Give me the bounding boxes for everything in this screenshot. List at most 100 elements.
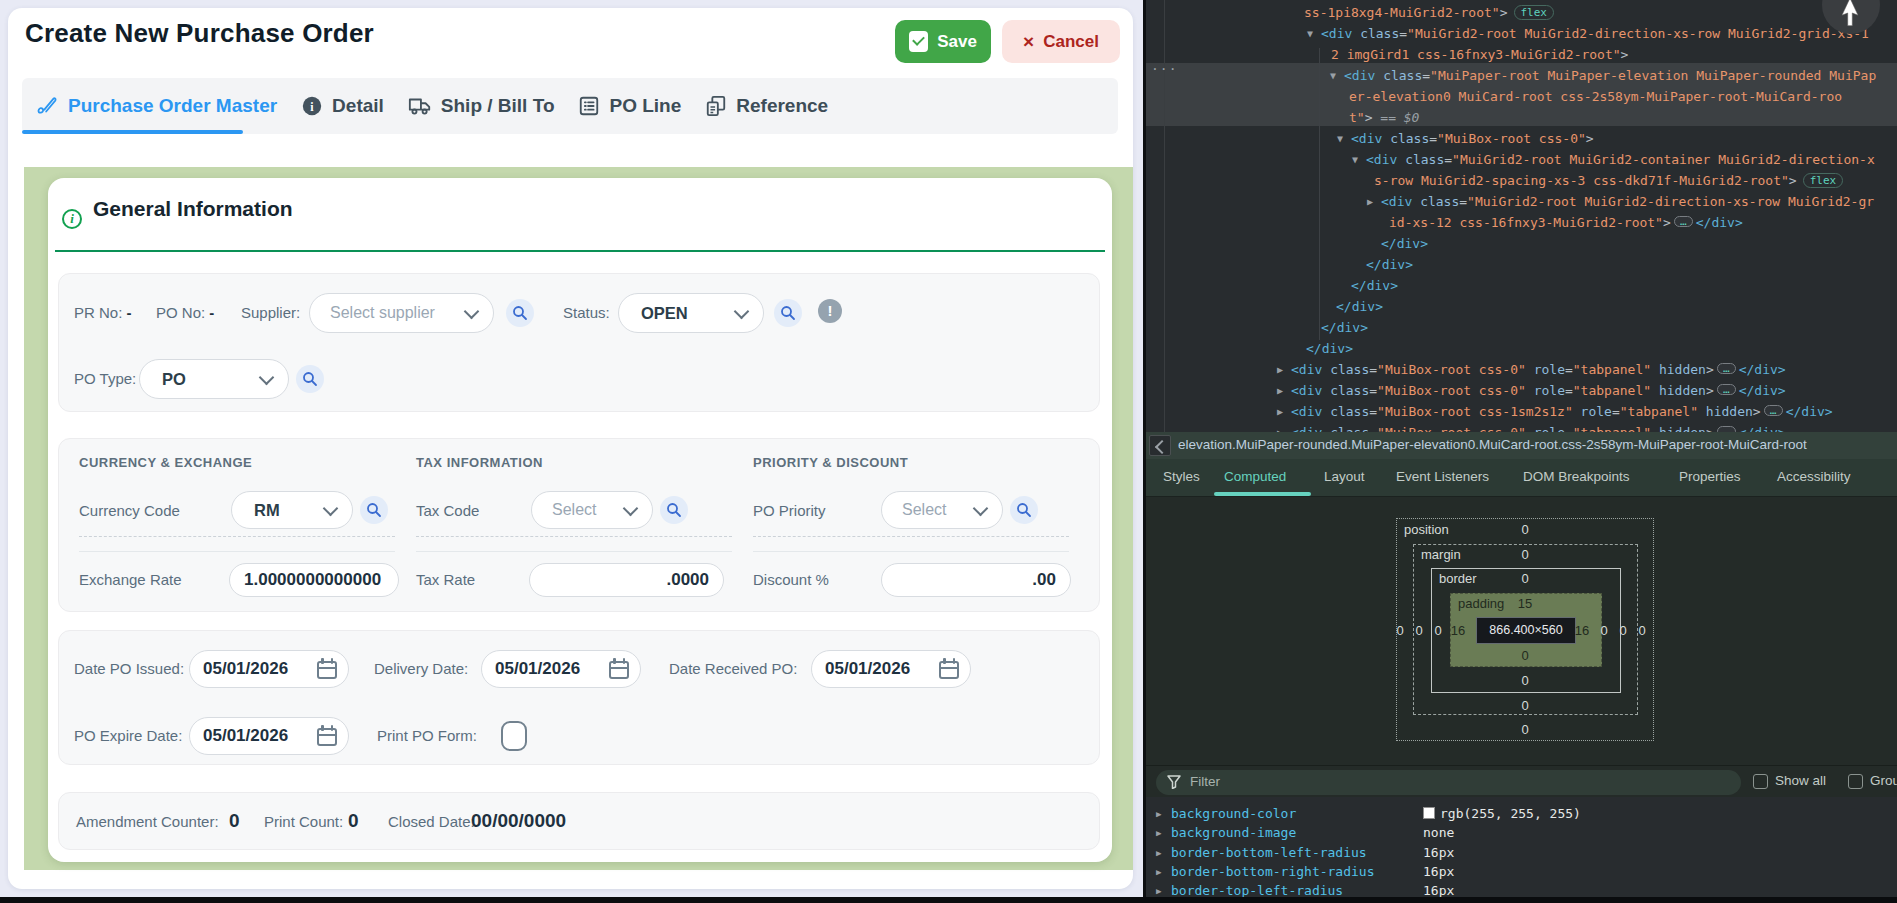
calendar-icon[interactable] — [609, 658, 629, 680]
dom-tree-row[interactable]: ▶<div class="MuiBox-root css-1sm2s1z" ro… — [1291, 401, 1833, 422]
dom-tree-row[interactable]: </div> — [1381, 233, 1428, 254]
pane-tab-properties[interactable]: Properties — [1679, 469, 1741, 484]
supplier-search-button[interactable] — [506, 299, 534, 327]
divider — [79, 536, 395, 537]
pane-tab-styles[interactable]: Styles — [1163, 469, 1200, 484]
list-icon — [578, 95, 600, 117]
show-all-checkbox[interactable] — [1753, 774, 1768, 789]
box-model-content[interactable]: 866.400×560 — [1476, 617, 1576, 644]
currency-code-select[interactable]: RM — [231, 491, 353, 529]
divider — [416, 551, 732, 552]
pane-tab-layout[interactable]: Layout — [1324, 469, 1365, 484]
purchase-order-app: Create New Purchase Order Save × Cancel … — [0, 0, 1143, 903]
po-expire-date-input[interactable]: 05/01/2026 — [189, 717, 349, 755]
calendar-icon[interactable] — [317, 725, 337, 747]
divider — [79, 551, 395, 552]
priority-search-button[interactable] — [1010, 496, 1038, 524]
more-actions-icon[interactable]: ... — [1151, 58, 1177, 73]
print-po-form-label: Print PO Form: — [377, 717, 477, 755]
computed-property-row[interactable]: ▶background-imagenone — [1146, 823, 1897, 842]
counters-panel: Amendment Counter: 0 Print Count: 0 Clos… — [58, 792, 1100, 850]
filter-bar: Filter Show all Group — [1146, 765, 1897, 797]
save-button[interactable]: Save — [895, 20, 991, 63]
status-search-button[interactable] — [774, 299, 802, 327]
po-header-panel: PR No: - PO No: - Supplier: Select suppl… — [58, 273, 1100, 412]
group-checkbox[interactable] — [1848, 774, 1863, 789]
date-received-po-input[interactable]: 05/01/2026 — [811, 650, 971, 688]
filter-input[interactable]: Filter — [1156, 770, 1741, 795]
info-circle-icon: i — [62, 209, 82, 229]
closed-date-value: 00/00/0000 — [471, 810, 566, 832]
breadcrumb-back-button[interactable] — [1149, 435, 1171, 456]
dom-tree-row[interactable]: </div> — [1306, 338, 1353, 359]
close-icon: × — [1023, 31, 1034, 53]
border-bottom: 0 — [1510, 673, 1540, 688]
dom-tree-row[interactable]: </div> — [1321, 317, 1368, 338]
po-expire-date-label: PO Expire Date: — [74, 717, 182, 755]
currency-search-button[interactable] — [360, 496, 388, 524]
tab-reference[interactable]: Reference — [705, 95, 828, 117]
calendar-icon[interactable] — [939, 658, 959, 680]
amendment-counter-value: 0 — [229, 810, 240, 832]
tab-detail[interactable]: i Detail — [301, 95, 384, 117]
date-received-po-label: Date Received PO: — [669, 650, 797, 688]
supplier-select[interactable]: Select supplier — [309, 293, 494, 333]
dom-tree-row[interactable]: </div> — [1351, 275, 1398, 296]
tax-code-select[interactable]: Select — [531, 491, 653, 529]
divider — [753, 551, 1069, 552]
pr-no-value: - — [127, 304, 132, 321]
tax-rate-input[interactable]: .0000 — [529, 563, 724, 597]
margin-label: margin — [1421, 547, 1461, 562]
dom-tree-row[interactable]: ▼<div class="MuiBox-root css-0"> — [1351, 128, 1594, 149]
computed-property-row[interactable]: ▶border-bottom-right-radius16px — [1146, 862, 1897, 881]
tab-purchase-order-master[interactable]: Purchase Order Master — [37, 95, 277, 117]
pane-tab-computed[interactable]: Computed — [1224, 469, 1286, 484]
cancel-button[interactable]: × Cancel — [1002, 20, 1120, 63]
dom-tree-row[interactable]: </div> — [1366, 254, 1413, 275]
discount-input[interactable]: .00 — [881, 563, 1071, 597]
print-po-form-checkbox[interactable] — [501, 721, 527, 751]
dom-tree-row[interactable]: </div> — [1336, 296, 1383, 317]
dom-tree-row[interactable]: ▼<div class="MuiGrid2-root MuiGrid2-cont… — [1366, 149, 1875, 170]
status-alert-icon[interactable]: ! — [818, 299, 842, 323]
date-po-issued-input[interactable]: 05/01/2026 — [189, 650, 349, 688]
tab-po-line[interactable]: PO Line — [578, 95, 681, 117]
devtools-pane-tabs: Styles Computed Layout Event Listeners DOM B… — [1146, 459, 1897, 497]
chevron-down-icon — [465, 304, 478, 317]
chevron-down-icon — [735, 304, 748, 317]
dom-tree-row[interactable]: ▶<div class="MuiGrid2-root MuiGrid2-dire… — [1381, 191, 1874, 212]
pane-tab-accessibility[interactable]: Accessibility — [1777, 469, 1851, 484]
computed-property-row[interactable]: ▶border-bottom-left-radius16px — [1146, 843, 1897, 862]
dom-tree-row[interactable]: ▶<div class="MuiBox-root css-0" role="ta… — [1291, 422, 1786, 432]
dom-tree-row[interactable]: ▶<div class="MuiBox-root css-0" role="ta… — [1291, 359, 1786, 380]
dom-tree-row[interactable]: ▶<div class="MuiBox-root css-0" role="ta… — [1291, 380, 1786, 401]
filter-icon — [1167, 775, 1181, 789]
delivery-date-input[interactable]: 05/01/2026 — [481, 650, 641, 688]
dom-tree-row[interactable]: s-row MuiGrid2-spacing-xs-3 css-dkd71f-M… — [1374, 170, 1843, 191]
dom-tree-row[interactable]: er-elevation0 MuiCard-root css-2s58ym-Mu… — [1349, 86, 1842, 107]
status-select[interactable]: OPEN — [618, 293, 764, 333]
dom-tree-row[interactable]: ss-1pi8xg4-MuiGrid2-root">flex — [1304, 2, 1554, 23]
po-type-select[interactable]: PO — [139, 359, 289, 399]
po-type-label: PO Type: — [74, 359, 136, 399]
po-priority-select[interactable]: Select — [881, 491, 1003, 529]
dom-tree-row[interactable]: ▼<div class="MuiGrid2-root MuiGrid2-dire… — [1321, 23, 1869, 44]
breadcrumb[interactable]: elevation.MuiPaper-rounded.MuiPaper-elev… — [1178, 437, 1807, 452]
po-type-search-button[interactable] — [296, 365, 324, 393]
computed-property-row[interactable]: ▶background-colorrgb(255, 255, 255) — [1146, 804, 1897, 823]
save-check-icon — [909, 31, 928, 52]
exchange-rate-input[interactable]: 1.0000000000000 — [229, 563, 399, 597]
dom-tree-row[interactable]: 2 imgGird1 css-16fnxy3-MuiGrid2-root"> — [1331, 44, 1628, 65]
calendar-icon[interactable] — [317, 658, 337, 680]
tab-ship-bill-to[interactable]: Ship / Bill To — [408, 95, 555, 117]
tax-search-button[interactable] — [660, 496, 688, 524]
dom-tree-row[interactable]: t"> == $0 — [1349, 107, 1419, 128]
position-top: 0 — [1510, 522, 1540, 537]
breadcrumb-bar: elevation.MuiPaper-rounded.MuiPaper-elev… — [1146, 432, 1897, 459]
pane-tab-event-listeners[interactable]: Event Listeners — [1396, 469, 1489, 484]
position-bottom: 0 — [1510, 722, 1540, 737]
dom-tree-row[interactable]: ▼<div class="MuiPaper-root MuiPaper-elev… — [1344, 65, 1876, 86]
dom-tree-row[interactable]: id-xs-12 css-16fnxy3-MuiGrid2-root">…</d… — [1389, 212, 1743, 233]
pane-tab-dom-breakpoints[interactable]: DOM Breakpoints — [1523, 469, 1630, 484]
border-label: border — [1439, 571, 1477, 586]
